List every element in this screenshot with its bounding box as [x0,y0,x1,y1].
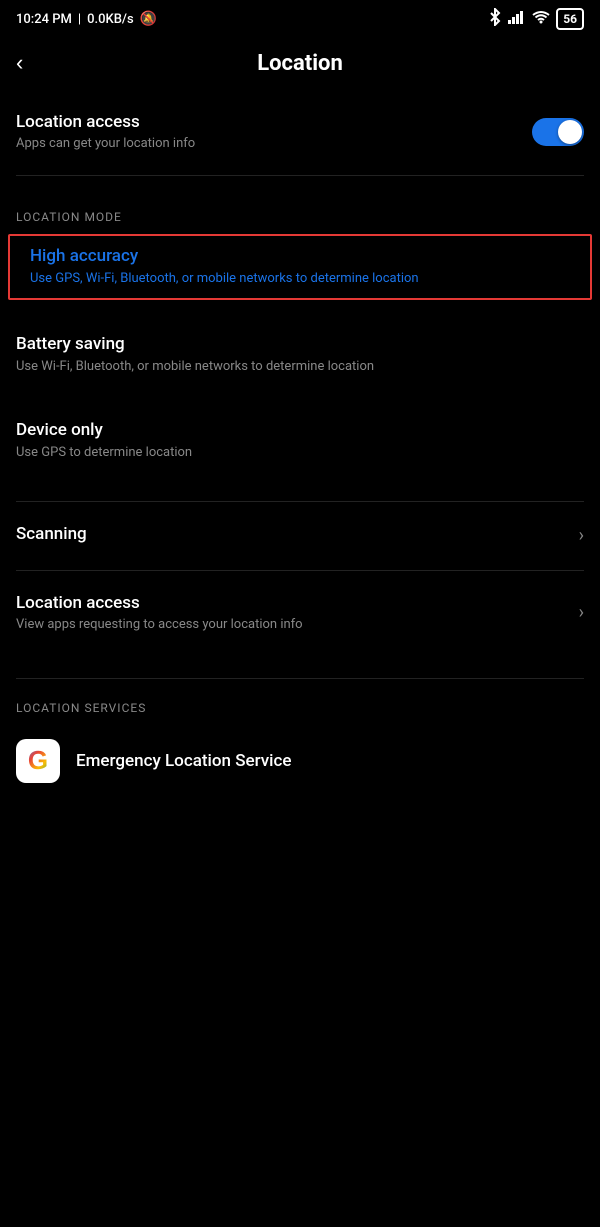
status-bar: 10:24 PM | 0.0KB/s 🔕 [0,0,600,34]
device-only-title: Device only [16,420,584,440]
selected-chevron-icon: › [0,258,1,277]
page-header: ‹ Location [0,34,600,96]
divider-2 [16,501,584,502]
location-access-toggle[interactable] [532,118,584,146]
emergency-location-title: Emergency Location Service [76,751,292,771]
page-title: Location [257,51,343,76]
device-only-desc: Use GPS to determine location [16,444,584,462]
scanning-text: Scanning [16,524,87,548]
time-display: 10:24 PM [16,12,72,27]
divider-1 [16,175,584,176]
location-access-title: Location access [16,112,195,132]
location-access-apps-text: Location access View apps requesting to … [16,593,303,632]
google-g-letter: G [28,745,48,776]
bluetooth-icon [488,8,502,30]
location-access-row: Location access Apps can get your locati… [16,96,584,171]
battery-saving-title: Battery saving [16,334,584,354]
wifi-icon [532,10,550,28]
location-access-apps-title: Location access [16,593,303,613]
location-access-subtitle: Apps can get your location info [16,136,195,151]
battery-indicator: 56 [556,8,584,30]
location-access-apps-chevron-icon: › [579,602,584,623]
location-access-text: Location access Apps can get your locati… [16,112,195,151]
divider-3 [16,570,584,571]
back-button[interactable]: ‹ [16,46,31,80]
location-mode-section-label: LOCATION MODE [16,192,584,234]
battery-saving-desc: Use Wi-Fi, Bluetooth, or mobile networks… [16,358,584,376]
high-accuracy-title: High accuracy [30,246,582,266]
battery-level: 56 [563,12,577,26]
mode-item-high-accuracy[interactable]: › High accuracy Use GPS, Wi-Fi, Bluetoot… [8,234,592,300]
divider-4 [16,678,584,679]
scanning-chevron-icon: › [579,525,584,546]
main-content: Location access Apps can get your locati… [0,96,600,797]
location-access-apps-row[interactable]: Location access View apps requesting to … [16,575,584,650]
silent-icon: 🔕 [140,11,157,27]
google-app-icon: G [16,739,60,783]
high-accuracy-desc: Use GPS, Wi-Fi, Bluetooth, or mobile net… [30,270,582,288]
status-right: 56 [488,8,584,30]
emergency-location-row[interactable]: G Emergency Location Service [16,725,584,797]
signal-icon [508,10,526,28]
toggle-knob [558,120,582,144]
location-access-apps-sub: View apps requesting to access your loca… [16,617,303,632]
scanning-row[interactable]: Scanning › [16,506,584,566]
scanning-title: Scanning [16,524,87,544]
location-services-section-label: LOCATION SERVICES [16,683,584,725]
mode-item-battery-saving[interactable]: Battery saving Use Wi-Fi, Bluetooth, or … [16,324,584,386]
mode-item-device-only[interactable]: Device only Use GPS to determine locatio… [16,410,584,472]
network-speed-value: 0.0KB/s [87,12,134,27]
status-left: 10:24 PM | 0.0KB/s 🔕 [16,11,157,27]
network-speed: | [78,12,81,27]
